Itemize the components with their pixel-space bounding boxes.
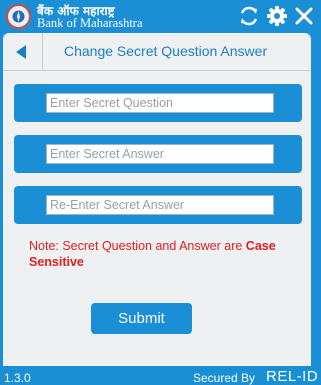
note-text: Note: Secret Question and Answer are xyxy=(29,239,246,253)
secret-answer-input[interactable] xyxy=(46,144,274,164)
reenter-answer-input[interactable] xyxy=(46,195,274,215)
title-bar: Change Secret Question Answer xyxy=(3,33,311,71)
close-icon[interactable] xyxy=(293,5,315,27)
bank-logo-icon xyxy=(6,4,31,29)
relid-logo: REL-ID xyxy=(266,368,319,385)
refresh-icon[interactable] xyxy=(238,5,260,27)
secret-question-box xyxy=(14,84,302,122)
reenter-answer-box xyxy=(14,186,302,224)
submit-button[interactable]: Submit xyxy=(91,303,192,334)
back-button[interactable] xyxy=(3,33,43,70)
bank-name-english: Bank of Maharashtra xyxy=(37,16,143,30)
gear-icon[interactable] xyxy=(266,5,288,27)
back-arrow-icon xyxy=(16,45,26,59)
page-title: Change Secret Question Answer xyxy=(64,43,268,59)
content-panel: Change Secret Question Answer Note: Secr… xyxy=(3,33,311,366)
secured-by-label: Secured By xyxy=(193,371,256,385)
secret-answer-box xyxy=(14,135,302,173)
case-sensitive-note: Note: Secret Question and Answer are Cas… xyxy=(29,238,299,270)
app-version: 1.3.0 xyxy=(4,371,31,385)
secret-question-input[interactable] xyxy=(46,93,274,113)
app-header: बैंक ऑफ महाराष्ट्र Bank of Maharashtra xyxy=(0,0,321,33)
